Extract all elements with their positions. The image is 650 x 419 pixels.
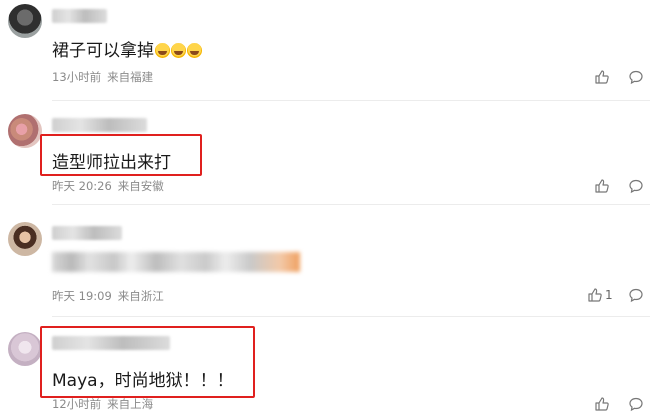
comment-1: 裙子可以拿掉 13小时前 来自福建: [0, 0, 650, 100]
avatar[interactable]: [8, 332, 42, 366]
comment-bubble-icon[interactable]: [628, 178, 644, 194]
laughing-crying-emoji-icon: [171, 43, 186, 58]
thumbs-up-icon[interactable]: [594, 178, 610, 194]
comment-bubble-icon[interactable]: [628, 69, 644, 85]
thumbs-up-icon[interactable]: [587, 287, 603, 303]
comment-meta: 12小时前 来自上海: [52, 396, 153, 412]
username-blurred[interactable]: [52, 9, 107, 23]
comment-text-content: 裙子可以拿掉: [52, 41, 154, 61]
comment-time: 昨天 20:26: [52, 179, 112, 193]
comment-3: 昨天 19:09 来自浙江 1: [0, 204, 650, 316]
avatar[interactable]: [8, 114, 42, 148]
comment-text: 裙子可以拿掉: [52, 36, 202, 61]
laughing-crying-emoji-icon: [187, 43, 202, 58]
username-blurred[interactable]: [52, 226, 122, 240]
comment-text-blurred: [52, 252, 300, 272]
comment-location: 来自福建: [107, 70, 154, 84]
comment-bubble-icon[interactable]: [628, 287, 644, 303]
thumbs-up-icon[interactable]: [594, 69, 610, 85]
comment-bubble-icon[interactable]: [628, 396, 644, 412]
comment-time: 13小时前: [52, 70, 102, 84]
comment-time: 昨天 19:09: [52, 289, 112, 303]
avatar[interactable]: [8, 222, 42, 256]
avatar[interactable]: [8, 4, 42, 38]
comment-location: 来自安徽: [117, 179, 164, 193]
like-count: 1: [605, 288, 613, 302]
comment-location: 来自浙江: [117, 289, 164, 303]
comment-meta: 13小时前 来自福建: [52, 69, 153, 85]
thumbs-up-icon[interactable]: [594, 396, 610, 412]
comment-location: 来自上海: [107, 397, 154, 411]
username-blurred[interactable]: [52, 118, 147, 132]
highlight-box: [40, 134, 202, 176]
laughing-crying-emoji-icon: [155, 43, 170, 58]
comment-meta: 昨天 19:09 来自浙江: [52, 288, 164, 304]
comment-time: 12小时前: [52, 397, 102, 411]
comment-meta: 昨天 20:26 来自安徽: [52, 178, 164, 194]
highlight-box: [40, 326, 255, 398]
